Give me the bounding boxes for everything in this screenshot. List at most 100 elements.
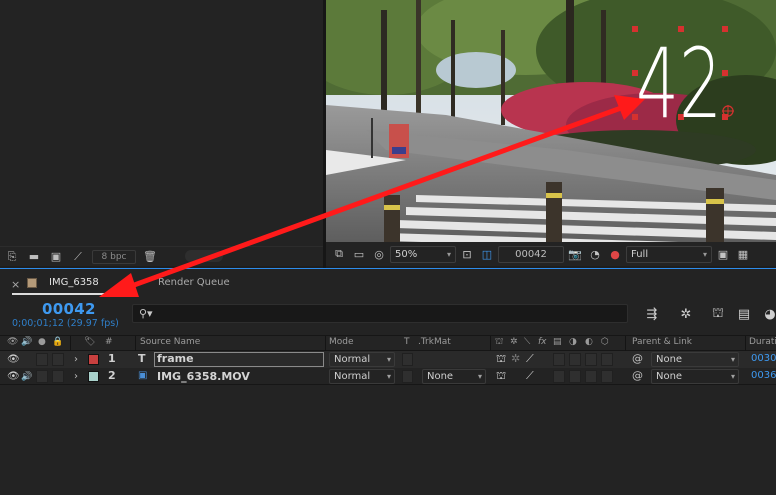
fast-preview-icon[interactable]: ▣ xyxy=(714,245,732,263)
tab-composition[interactable]: IMG_6358 xyxy=(49,277,99,288)
chevron-right-icon[interactable]: › xyxy=(74,368,78,385)
motion-blur-toggle[interactable] xyxy=(569,353,581,366)
composition-viewer[interactable]: 42 xyxy=(326,0,776,242)
column-fx: fx xyxy=(538,337,547,347)
tab-render-queue[interactable]: Render Queue xyxy=(158,277,230,288)
layer-duration[interactable]: 0036 xyxy=(751,370,776,381)
blend-mode-dropdown[interactable]: Normal ▾ xyxy=(329,352,395,367)
layer-search-input[interactable]: ⚲▾ xyxy=(132,304,628,323)
region-of-interest-icon[interactable]: ⊡ xyxy=(458,245,476,263)
label-icon[interactable]: 🏷 xyxy=(84,337,95,347)
blend-mode-value: Normal xyxy=(334,371,371,382)
chevron-down-icon: ▾ xyxy=(386,355,391,364)
shy-layers-icon[interactable]: ⛫ xyxy=(708,305,728,323)
pick-whip-icon[interactable]: @ xyxy=(632,369,643,382)
layer-row[interactable]: 👁 🔊 › 2 ▣ IMG_6358.MOV Normal ▾ None ▾ ⛫ ⟋… xyxy=(0,368,776,385)
project-scrollbar[interactable] xyxy=(185,250,223,262)
adjustment-toggle[interactable] xyxy=(585,370,597,383)
audio-icon[interactable]: 🔊 xyxy=(21,368,32,385)
layer-label-color[interactable] xyxy=(88,354,99,365)
collapse-switch-icon[interactable]: ✲ xyxy=(511,352,520,365)
camera-icon[interactable]: 📷 xyxy=(566,245,584,263)
column-mode: Mode xyxy=(329,337,354,347)
close-tab-icon[interactable]: × xyxy=(11,278,20,291)
chevron-down-icon: ▾ xyxy=(446,249,451,259)
fx-toggle[interactable] xyxy=(553,353,565,366)
lock-toggle[interactable] xyxy=(52,353,64,366)
layer-name[interactable]: frame xyxy=(154,352,324,367)
column-separator xyxy=(135,336,136,351)
quality-switch-icon[interactable]: ⟍ xyxy=(524,337,530,347)
mask-visibility-icon[interactable]: ◎ xyxy=(370,245,388,263)
resolution-dropdown[interactable]: Full ▾ xyxy=(626,245,712,263)
quality-switch-icon[interactable]: ⟋ xyxy=(526,352,534,366)
always-preview-icon[interactable]: ⧉ xyxy=(330,245,348,263)
adjustment-toggle[interactable] xyxy=(585,353,597,366)
solo-toggle[interactable] xyxy=(36,370,48,383)
motion-blur-toggle[interactable] xyxy=(569,370,581,383)
3d-layer-toggle[interactable] xyxy=(601,353,613,366)
column-t: T xyxy=(404,337,410,347)
show-snapshot-icon[interactable]: ◔ xyxy=(586,245,604,263)
column-source-name[interactable]: Source Name xyxy=(140,337,200,347)
layer-number: 2 xyxy=(108,369,116,382)
shy-switch-icon[interactable]: ⛫ xyxy=(495,337,503,348)
folder-icon[interactable]: ▬ xyxy=(26,250,42,264)
monitor-icon[interactable]: ▭ xyxy=(350,245,368,263)
frame-blend-switch-icon[interactable]: ▤ xyxy=(553,337,562,347)
viewer-timecode[interactable]: 00042 xyxy=(498,245,564,263)
chevron-down-icon: ▾ xyxy=(386,372,391,381)
column-separator xyxy=(490,336,491,351)
draft-3d-icon[interactable]: ✲ xyxy=(676,305,696,323)
chevron-right-icon[interactable]: › xyxy=(74,351,78,368)
quality-switch-icon[interactable]: ⟋ xyxy=(526,369,534,383)
track-matte-dropdown[interactable]: None ▾ xyxy=(422,369,486,384)
parent-value: None xyxy=(656,371,683,382)
chevron-down-icon: ▾ xyxy=(477,372,482,381)
eye-icon[interactable]: 👁 xyxy=(7,368,20,385)
layer-duration[interactable]: 0030 xyxy=(751,353,776,364)
lock-icon[interactable]: 🔒 xyxy=(52,337,63,347)
color-channel-icon[interactable]: ● xyxy=(606,245,624,263)
collapse-switch-icon[interactable]: ✲ xyxy=(510,337,518,347)
layer-name[interactable]: IMG_6358.MOV xyxy=(157,370,250,383)
preserve-transparency-toggle[interactable] xyxy=(402,353,413,366)
audio-icon[interactable]: 🔊 xyxy=(21,337,32,347)
flowchart-icon[interactable]: ⟋ xyxy=(70,250,86,264)
eye-icon[interactable]: 👁 xyxy=(7,351,20,368)
shy-switch-icon[interactable]: ⛫ xyxy=(496,369,506,384)
shy-switch-icon[interactable]: ⛫ xyxy=(496,352,506,367)
transparency-grid-icon[interactable]: ◫ xyxy=(478,245,496,263)
preserve-transparency-toggle[interactable] xyxy=(402,370,413,383)
solo-toggle[interactable] xyxy=(36,353,48,366)
blend-mode-dropdown[interactable]: Normal ▾ xyxy=(329,369,395,384)
fx-toggle[interactable] xyxy=(553,370,565,383)
search-icon: ⚲▾ xyxy=(139,307,153,320)
eye-icon[interactable]: 👁 xyxy=(7,337,18,347)
zoom-dropdown[interactable]: 50% ▾ xyxy=(390,245,456,263)
pick-whip-icon[interactable]: @ xyxy=(632,352,643,365)
frame-blending-icon[interactable]: ▤ xyxy=(734,305,754,323)
column-separator xyxy=(70,336,71,351)
toggle-transparency-icon[interactable]: ▦ xyxy=(734,245,752,263)
chevron-down-icon: ▾ xyxy=(730,355,735,364)
new-composition-icon[interactable]: ▣ xyxy=(48,250,64,264)
layer-row[interactable]: 👁 › 1 T frame Normal ▾ ⛫ ✲ ⟋ @ None ▾ 0030 xyxy=(0,351,776,368)
motion-blur-switch-icon[interactable]: ◑ xyxy=(569,337,577,347)
layer-label-color[interactable] xyxy=(88,371,99,382)
3d-layer-toggle[interactable] xyxy=(601,370,613,383)
composition-mini-flowchart-icon[interactable]: ⇶ xyxy=(642,305,662,323)
motion-blur-icon[interactable]: ◕ xyxy=(760,305,776,323)
trash-icon[interactable]: 🗑 xyxy=(142,250,158,264)
blend-mode-value: Normal xyxy=(334,354,371,365)
parent-dropdown[interactable]: None ▾ xyxy=(651,352,739,367)
parent-dropdown[interactable]: None ▾ xyxy=(651,369,739,384)
adjustment-switch-icon[interactable]: ◐ xyxy=(585,337,593,347)
bit-depth-button[interactable]: 8 bpc xyxy=(92,249,136,264)
current-time-display[interactable]: 00042 xyxy=(42,300,96,318)
timeline-tab-bar: × IMG_6358 Render Queue xyxy=(0,269,776,297)
lock-toggle[interactable] xyxy=(52,370,64,383)
solo-icon[interactable]: ● xyxy=(38,337,46,347)
interpret-footage-icon[interactable]: ⎘ xyxy=(4,250,20,264)
3d-layer-switch-icon[interactable]: ⬡ xyxy=(601,337,609,347)
